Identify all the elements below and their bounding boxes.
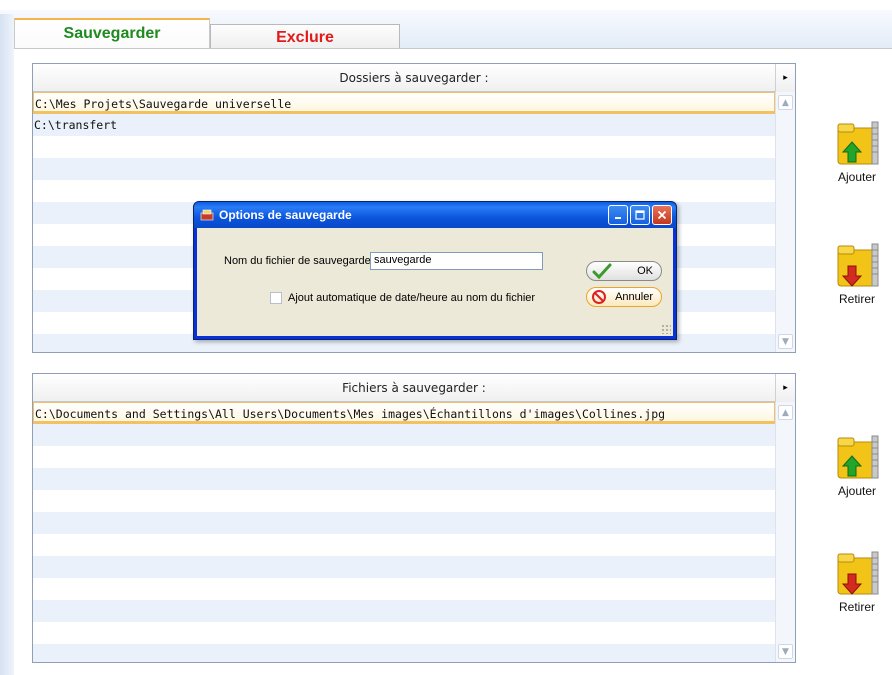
remove-file-label: Retirer [838, 600, 875, 614]
folder-remove-icon [837, 551, 879, 595]
scroll-down-button[interactable]: ▼ [778, 644, 793, 659]
files-list-title: Fichiers à sauvegarder : [342, 380, 486, 395]
close-icon [657, 210, 667, 220]
files-scrollbar[interactable]: ▲ ▼ [775, 402, 795, 662]
auto-date-option[interactable]: Ajout automatique de date/heure au nom d… [270, 292, 535, 304]
files-list-rows: C:\Documents and Settings\All Users\Docu… [33, 402, 775, 662]
add-file-label: Ajouter [837, 484, 877, 498]
folder-remove-icon [837, 243, 879, 287]
scroll-up-button[interactable]: ▲ [778, 95, 793, 110]
tab-exclude[interactable]: Exclure [210, 24, 400, 50]
remove-file-button[interactable]: Retirer [822, 546, 892, 622]
files-column-menu-arrow[interactable]: ▸ [775, 374, 795, 402]
resize-grip[interactable] [661, 324, 671, 334]
minimize-button[interactable] [608, 205, 628, 225]
dialog-title: Options de sauvegarde [219, 208, 352, 222]
list-item[interactable]: C:\transfert [33, 114, 775, 136]
cancel-icon [592, 290, 606, 304]
tab-save[interactable]: Sauvegarder [14, 18, 210, 48]
maximize-button[interactable] [630, 205, 650, 225]
add-folder-label: Ajouter [837, 170, 877, 184]
app-icon [199, 208, 215, 222]
check-icon [592, 263, 612, 279]
cancel-button[interactable]: Annuler [586, 287, 662, 307]
files-list-header: Fichiers à sauvegarder : [33, 374, 795, 402]
folders-list-header: Dossiers à sauvegarder : [33, 64, 795, 92]
filename-label: Nom du fichier de sauvegarde : [224, 255, 377, 267]
ok-button[interactable]: OK [586, 261, 662, 281]
folders-scrollbar[interactable]: ▲ ▼ [775, 92, 795, 352]
filename-input[interactable]: sauvegarde [370, 252, 543, 270]
auto-date-checkbox[interactable] [270, 292, 282, 304]
folder-add-icon [837, 121, 879, 165]
options-dialog: Options de sauvegarde Nom du fichier de … [193, 201, 677, 340]
dialog-body: Nom du fichier de sauvegarde : sauvegard… [197, 228, 673, 336]
folders-list-title: Dossiers à sauvegarder : [339, 70, 489, 85]
remove-folder-button[interactable]: Retirer [822, 238, 892, 314]
files-list-panel: Fichiers à sauvegarder : ▸ C:\Documents … [32, 373, 796, 663]
remove-folder-label: Retirer [838, 292, 875, 306]
scroll-up-button[interactable]: ▲ [778, 405, 793, 420]
folder-add-icon [837, 435, 879, 479]
ok-label: OK [637, 265, 653, 277]
list-item[interactable]: C:\Mes Projets\Sauvegarde universelle [33, 92, 775, 114]
scroll-down-button[interactable]: ▼ [778, 334, 793, 349]
auto-date-label: Ajout automatique de date/heure au nom d… [288, 292, 536, 304]
maximize-icon [635, 210, 645, 220]
add-file-button[interactable]: Ajouter [822, 430, 892, 506]
dialog-title-bar[interactable]: Options de sauvegarde [194, 202, 676, 228]
cancel-label: Annuler [615, 291, 653, 303]
minimize-icon [615, 217, 621, 219]
add-folder-button[interactable]: Ajouter [822, 116, 892, 192]
close-button[interactable] [652, 205, 672, 225]
folders-column-menu-arrow[interactable]: ▸ [775, 64, 795, 92]
list-item[interactable]: C:\Documents and Settings\All Users\Docu… [33, 402, 775, 424]
left-edge [0, 14, 14, 675]
